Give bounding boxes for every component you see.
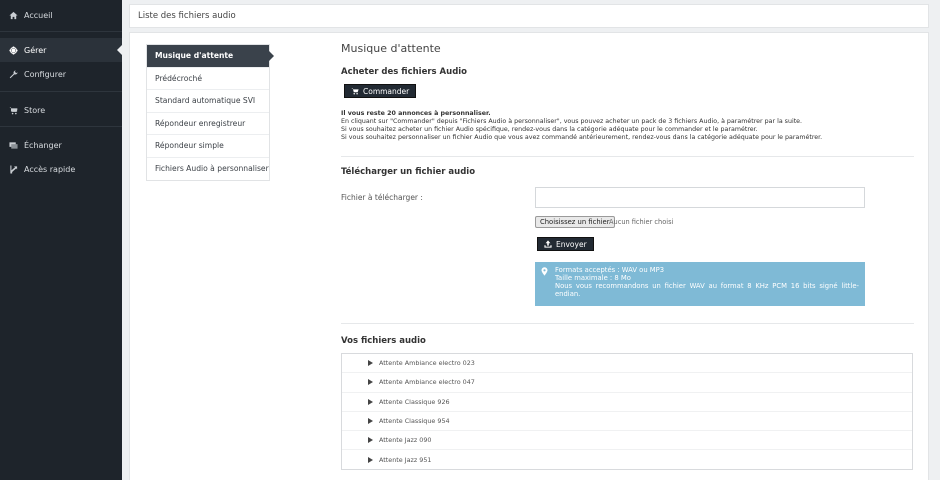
list-item[interactable]: Attente Ambiance electro 047 [342,373,912,393]
category-standard-svi[interactable]: Standard automatique SVI [147,90,269,113]
nav-store[interactable]: Store [0,98,122,122]
info-pin-icon [541,267,548,276]
category-repondeur-simple[interactable]: Répondeur simple [147,135,269,158]
shortcut-icon [8,164,18,174]
alert-formats: Formats acceptés : WAV ou MP3 [555,266,665,274]
nav-label: Store [24,105,46,115]
nav-label: Échanger [24,140,62,150]
file-name: Attente Classique 954 [379,417,450,426]
file-name: Attente Jazz 951 [379,456,432,465]
nav-accueil[interactable]: Accueil [0,3,122,27]
sidebar: Accueil Gérer Configurer Store Échanger … [0,0,122,480]
play-icon[interactable] [368,418,373,425]
no-file-text: Aucun fichier choisi [609,218,674,226]
play-icon[interactable] [368,457,373,464]
play-icon[interactable] [368,360,373,367]
order-button-label: Commander [363,86,410,96]
format-info-alert: Formats acceptés : WAV ou MP3 Taille max… [535,262,865,306]
nav-gerer[interactable]: Gérer [0,38,122,62]
file-label: Fichier à télécharger : [341,193,423,202]
file-name: Attente Jazz 090 [379,436,432,445]
upload-icon [544,240,552,248]
alert-recommendation: Nous vous recommandons un fichier WAV au… [555,282,859,298]
list-item[interactable]: Attente Classique 926 [342,393,912,412]
audio-file-list: Attente Ambiance electro 023 Attente Amb… [341,353,913,470]
home-icon [8,10,18,20]
divider [341,323,914,324]
page-title: Musique d'attente [341,42,441,55]
alert-max-size: Taille maximale : 8 Mo [555,274,631,282]
cart-icon [8,105,18,115]
play-icon[interactable] [368,437,373,444]
file-path-input[interactable] [535,187,865,208]
divider [0,126,122,127]
nav-echanger[interactable]: Échanger [0,133,122,157]
exchange-icon [8,140,18,150]
nav-label: Gérer [24,45,47,55]
choose-file-button[interactable]: Choisissez un fichier [535,216,615,228]
list-item[interactable]: Attente Classique 954 [342,412,912,432]
remaining-count: Il vous reste 20 annonces à personnalise… [341,110,491,117]
list-item[interactable]: Attente Ambiance electro 023 [342,354,912,374]
files-section-title: Vos fichiers audio [341,336,426,346]
file-name: Attente Ambiance electro 023 [379,359,475,368]
cart-icon [351,88,359,95]
category-menu: Musique d'attente Prédécroché Standard a… [146,44,274,181]
info-line: En cliquant sur "Commander" depuis "Fich… [341,118,803,125]
nav-acces-rapide[interactable]: Accès rapide [0,157,122,181]
info-line: Si vous souhaitez acheter un fichier Aud… [341,126,758,133]
order-button[interactable]: Commander [344,84,417,98]
divider [0,91,122,92]
category-predecroche[interactable]: Prédécroché [147,68,269,90]
nav-label: Configurer [24,69,67,79]
buy-section-title: Acheter des fichiers Audio [341,67,468,77]
category-musique-attente[interactable]: Musique d'attente [147,45,274,68]
upload-section-title: Télécharger un fichier audio [341,167,476,177]
file-name: Attente Classique 926 [379,397,450,406]
send-button[interactable]: Envoyer [537,237,594,251]
nav-configurer[interactable]: Configurer [0,62,122,86]
nav-label: Accès rapide [24,164,76,174]
send-button-label: Envoyer [556,239,587,249]
page-header: Liste des fichiers audio [129,4,929,28]
divider [0,31,122,32]
divider [341,156,914,157]
main-panel: Musique d'attente Prédécroché Standard a… [129,32,929,480]
list-item[interactable]: Attente Jazz 090 [342,431,912,451]
category-repondeur-enregistreur[interactable]: Répondeur enregistreur [147,113,269,135]
list-item[interactable]: Attente Jazz 951 [342,450,912,469]
file-name: Attente Ambiance electro 047 [379,378,475,387]
wrench-icon [8,69,18,79]
gear-icon [8,45,18,55]
info-line: Si vous souhaitez personnaliser un fichi… [341,134,823,141]
play-icon[interactable] [368,379,373,386]
nav-label: Accueil [24,10,53,20]
play-icon[interactable] [368,398,373,405]
category-fichiers-personnaliser[interactable]: Fichiers Audio à personnaliser [147,158,269,181]
info-text: Il vous reste 20 annonces à personnalise… [341,110,901,142]
page-header-title: Liste des fichiers audio [138,11,236,21]
